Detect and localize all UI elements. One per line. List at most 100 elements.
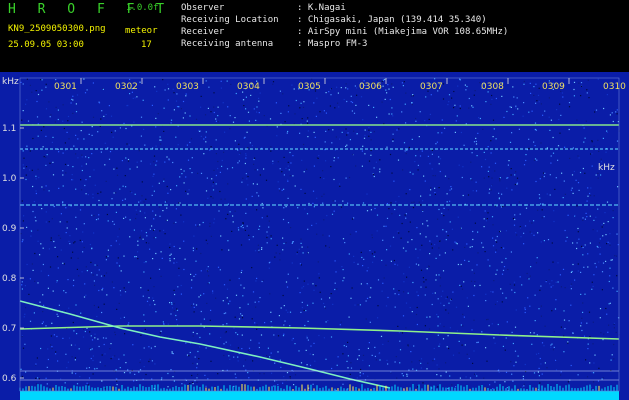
noise-speck (568, 128, 570, 131)
noise-speck (552, 136, 554, 139)
noise-speck (113, 223, 115, 225)
noise-speck (58, 187, 60, 189)
noise-speck (148, 346, 150, 348)
noise-speck (56, 313, 58, 315)
noise-speck (368, 135, 370, 137)
noise-speck (417, 386, 419, 388)
noise-speck (541, 176, 543, 178)
noise-speck (552, 261, 554, 263)
noise-speck (241, 317, 244, 319)
noise-speck (210, 196, 212, 198)
noise-speck (416, 291, 418, 293)
noise-speck (215, 118, 217, 120)
noise-speck (129, 78, 131, 81)
noise-speck (125, 127, 127, 130)
noise-speck (445, 231, 448, 233)
noise-speck (344, 242, 346, 244)
noise-speck (410, 351, 412, 353)
noise-speck (369, 296, 371, 298)
noise-speck (274, 380, 276, 382)
noise-speck (307, 122, 309, 124)
noise-speck (466, 353, 468, 355)
noise-speck (487, 318, 489, 320)
noise-speck (210, 146, 212, 148)
noise-speck (37, 377, 39, 379)
noise-speck (26, 263, 28, 266)
noise-speck (35, 192, 37, 195)
noise-speck (564, 229, 566, 232)
noise-speck (200, 172, 203, 174)
noise-speck (389, 98, 391, 101)
noise-speck (487, 212, 489, 214)
noise-speck (247, 372, 249, 374)
noise-speck (99, 125, 101, 127)
noise-speck (516, 183, 518, 185)
noise-speck (67, 361, 69, 363)
noise-speck (307, 136, 309, 138)
noise-speck (35, 178, 37, 180)
noise-speck (191, 279, 193, 281)
noise-speck (363, 258, 365, 260)
noise-speck (167, 372, 169, 375)
noise-speck (428, 118, 430, 120)
noise-speck (366, 193, 368, 195)
noise-speck (217, 266, 220, 268)
noise-speck (84, 92, 87, 94)
noise-speck (442, 290, 444, 292)
noise-speck (107, 220, 109, 222)
noise-speck (20, 368, 22, 370)
noise-speck (91, 348, 93, 350)
noise-speck (63, 263, 65, 265)
noise-speck (268, 220, 270, 222)
noise-speck (276, 135, 278, 137)
noise-speck (73, 145, 75, 147)
noise-speck (576, 205, 578, 207)
noise-speck (34, 252, 36, 255)
noise-speck (566, 236, 568, 238)
noise-speck (273, 334, 275, 336)
noise-speck (173, 222, 175, 224)
noise-speck (98, 269, 100, 271)
noise-speck (360, 368, 362, 371)
noise-speck (407, 345, 409, 347)
noise-speck (472, 106, 474, 108)
noise-speck (332, 200, 334, 202)
noise-speck (259, 92, 261, 94)
noise-speck (343, 345, 345, 347)
noise-speck (351, 218, 354, 220)
noise-speck (418, 264, 420, 266)
noise-speck (609, 233, 611, 235)
noise-speck (327, 320, 329, 322)
noise-speck (464, 84, 466, 86)
noise-speck (445, 239, 447, 241)
receiver-value: : AirSpy mini (Miakejima VOR 108.65MHz) (297, 27, 509, 37)
noise-speck (107, 249, 109, 251)
noise-speck (62, 104, 64, 106)
noise-speck (348, 253, 350, 255)
noise-speck (23, 215, 25, 217)
noise-speck (68, 138, 70, 140)
noise-speck (86, 89, 88, 91)
noise-speck (480, 386, 482, 388)
noise-speck (159, 136, 161, 138)
noise-speck (462, 194, 464, 197)
noise-speck (94, 184, 96, 186)
noise-speck (319, 177, 321, 179)
noise-speck (515, 309, 517, 311)
noise-speck (350, 101, 352, 103)
noise-speck (540, 285, 542, 287)
noise-speck (551, 280, 553, 282)
noise-speck (405, 122, 407, 124)
noise-speck (258, 228, 260, 230)
noise-speck (186, 354, 189, 356)
noise-speck (103, 275, 105, 277)
noise-speck (415, 117, 417, 120)
noise-speck (523, 243, 525, 245)
noise-speck (277, 351, 279, 353)
noise-speck (192, 331, 194, 333)
noise-speck (597, 380, 600, 382)
noise-speck (519, 276, 521, 278)
noise-speck (312, 354, 314, 356)
noise-speck (599, 308, 602, 310)
noise-speck (439, 170, 441, 173)
